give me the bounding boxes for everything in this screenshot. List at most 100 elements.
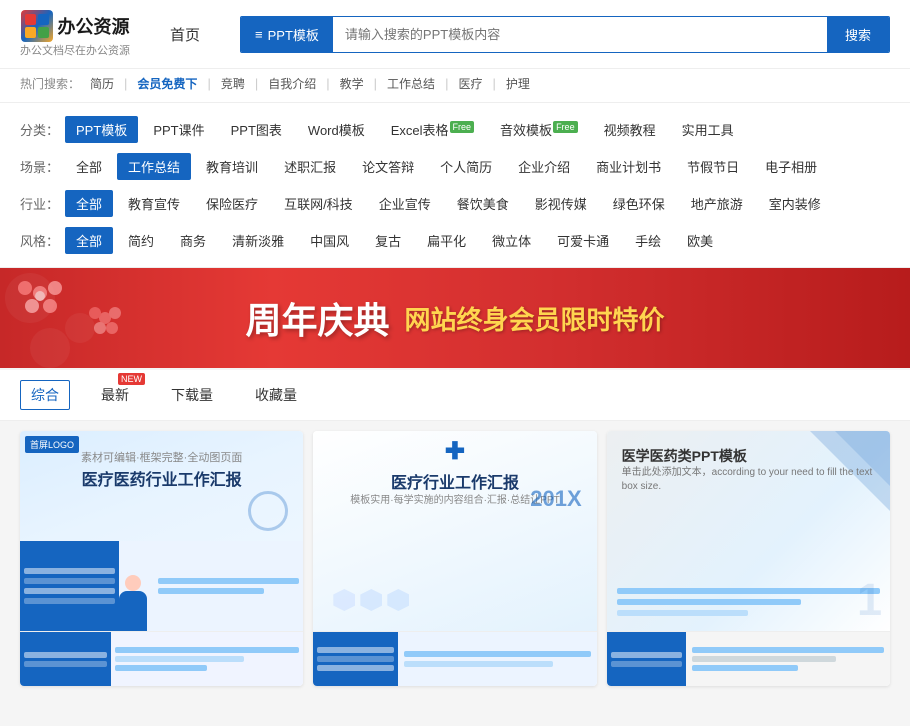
card-1-title: 医疗医药行业工作汇报 [20, 466, 303, 490]
sort-bar: 综合 最新NEW 下载量 收藏量 [0, 370, 910, 421]
search-tab-icon: ≡ [255, 27, 263, 42]
card-3-title: 医学医药类PPT模板 [622, 446, 747, 466]
scene-album[interactable]: 电子相册 [754, 153, 828, 180]
ind-green[interactable]: 绿色环保 [602, 190, 676, 217]
search-area: ≡ PPT模板 搜索 [240, 16, 890, 53]
style-fresh[interactable]: 清新淡雅 [221, 227, 295, 254]
style-western[interactable]: 欧美 [676, 227, 724, 254]
banner-content: 周年庆典 网站终身会员限时特价 [245, 292, 664, 344]
cat-audio[interactable]: 音效模板Free [489, 116, 589, 143]
industry-row: 行业： 全部 教育宣传 保险医疗 互联网/科技 企业宣传 餐饮美食 影视传媒 绿… [20, 185, 890, 222]
card-3-preview: 医学医药类PPT模板 单击此处添加文本，according to your ne… [607, 431, 890, 631]
card-2-year: 201X [530, 486, 581, 512]
sort-favorites[interactable]: 收藏量 [244, 380, 308, 410]
card-2[interactable]: ✚ 医疗行业工作汇报 模板实用·每学实施的内容组合·汇报·总结让PPT 201X [313, 431, 596, 686]
style-business[interactable]: 商务 [169, 227, 217, 254]
sort-downloads[interactable]: 下载量 [160, 380, 224, 410]
search-input[interactable] [333, 19, 827, 50]
card-3-number: 1 [857, 574, 882, 626]
scene-label: 场景： [20, 157, 59, 176]
scene-items: 全部 工作总结 教育培训 述职汇报 论文答辩 个人简历 企业介绍 商业计划书 节… [65, 153, 828, 180]
style-all[interactable]: 全部 [65, 227, 113, 254]
cat-video[interactable]: 视频教程 [593, 116, 667, 143]
hot-item-7[interactable]: 护理 [506, 75, 530, 92]
logo-box: 办公资源 [21, 10, 130, 42]
header: 办公资源 办公文档尽在办公资源 首页 ≡ PPT模板 搜索 [0, 0, 910, 69]
cat-excel[interactable]: Excel表格Free [380, 116, 485, 143]
card-2-strip [313, 631, 596, 686]
category-row: 分类： PPT模板 PPT课件 PPT图表 Word模板 Excel表格Free… [20, 111, 890, 148]
nav-home-link[interactable]: 首页 [150, 24, 220, 45]
industry-label: 行业： [20, 194, 59, 213]
cat-ppt-chart[interactable]: PPT图表 [220, 116, 293, 143]
style-row: 风格： 全部 简约 商务 清新淡雅 中国风 复古 扁平化 微立体 可爱卡通 手绘… [20, 222, 890, 259]
style-simple[interactable]: 简约 [117, 227, 165, 254]
free-badge-excel: Free [450, 121, 475, 133]
ind-internet[interactable]: 互联网/科技 [273, 190, 364, 217]
scene-holiday[interactable]: 节假节日 [676, 153, 750, 180]
style-flat[interactable]: 扁平化 [416, 227, 477, 254]
cat-ppt-course[interactable]: PPT课件 [142, 116, 215, 143]
free-badge-audio: Free [553, 121, 578, 133]
scene-row: 场景： 全部 工作总结 教育培训 述职汇报 论文答辩 个人简历 企业介绍 商业计… [20, 148, 890, 185]
scene-thesis[interactable]: 论文答辩 [351, 153, 425, 180]
hot-item-5[interactable]: 工作总结 [387, 75, 435, 92]
style-cute[interactable]: 可爱卡通 [546, 227, 620, 254]
ind-education[interactable]: 教育宣传 [117, 190, 191, 217]
ind-enterprise[interactable]: 企业宣传 [368, 190, 442, 217]
content-grid: 首屏LOGO 素材可编辑·框架完整·全动图页面 医疗医药行业工作汇报 [0, 421, 910, 696]
logo-icon [21, 10, 53, 42]
hot-item-1[interactable]: 会员免费下 [137, 75, 197, 92]
hot-item-0[interactable]: 简历 [90, 75, 114, 92]
scene-company[interactable]: 企业介绍 [507, 153, 581, 180]
scene-education[interactable]: 教育培训 [195, 153, 269, 180]
hot-item-4[interactable]: 教学 [340, 75, 364, 92]
search-button[interactable]: 搜索 [827, 17, 889, 52]
card-1-preview: 首屏LOGO 素材可编辑·框架完整·全动图页面 医疗医药行业工作汇报 [20, 431, 303, 631]
card-1-bottom-preview [20, 541, 303, 631]
sort-comprehensive[interactable]: 综合 [20, 380, 70, 410]
ind-food[interactable]: 餐饮美食 [446, 190, 520, 217]
hot-item-6[interactable]: 医疗 [458, 75, 482, 92]
style-chinese[interactable]: 中国风 [299, 227, 360, 254]
card-1[interactable]: 首屏LOGO 素材可编辑·框架完整·全动图页面 医疗医药行业工作汇报 [20, 431, 303, 686]
search-tab[interactable]: ≡ PPT模板 [241, 17, 333, 52]
ind-realestate[interactable]: 地产旅游 [680, 190, 754, 217]
cat-tools[interactable]: 实用工具 [671, 116, 745, 143]
card-3-rows [617, 588, 880, 616]
style-label: 风格： [20, 231, 59, 250]
scene-report[interactable]: 述职汇报 [273, 153, 347, 180]
card-1-strip [20, 631, 303, 686]
scene-resume[interactable]: 个人简历 [429, 153, 503, 180]
scene-business-plan[interactable]: 商业计划书 [585, 153, 672, 180]
style-retro[interactable]: 复古 [364, 227, 412, 254]
card-1-sub-tag: 素材可编辑·框架完整·全动图页面 [20, 449, 303, 465]
hot-item-3[interactable]: 自我介绍 [268, 75, 316, 92]
cat-ppt-template[interactable]: PPT模板 [65, 116, 138, 143]
hot-item-2[interactable]: 竞聘 [221, 75, 245, 92]
card-2-cross: ✚ [445, 437, 465, 466]
card-3-subtitle: 单击此处添加文本，according to your need to fill … [622, 466, 875, 494]
new-badge: NEW [118, 373, 145, 385]
banner-main-text: 周年庆典 [245, 292, 389, 344]
card-3[interactable]: 医学医药类PPT模板 单击此处添加文本，according to your ne… [607, 431, 890, 686]
scene-work-summary[interactable]: 工作总结 [117, 153, 191, 180]
category-items: PPT模板 PPT课件 PPT图表 Word模板 Excel表格Free 音效模… [65, 116, 745, 143]
style-handdrawn[interactable]: 手绘 [624, 227, 672, 254]
filter-bar: 分类： PPT模板 PPT课件 PPT图表 Word模板 Excel表格Free… [0, 103, 910, 268]
cat-word[interactable]: Word模板 [297, 116, 376, 143]
logo-area: 办公资源 办公文档尽在办公资源 [20, 10, 130, 58]
ind-media[interactable]: 影视传媒 [524, 190, 598, 217]
style-3d[interactable]: 微立体 [481, 227, 542, 254]
search-tab-label: PPT模板 [268, 25, 319, 44]
style-items: 全部 简约 商务 清新淡雅 中国风 复古 扁平化 微立体 可爱卡通 手绘 欧美 [65, 227, 724, 254]
ind-all[interactable]: 全部 [65, 190, 113, 217]
card-2-preview: ✚ 医疗行业工作汇报 模板实用·每学实施的内容组合·汇报·总结让PPT 201X [313, 431, 596, 631]
sort-newest[interactable]: 最新NEW [90, 380, 140, 410]
scene-all[interactable]: 全部 [65, 153, 113, 180]
ind-insurance[interactable]: 保险医疗 [195, 190, 269, 217]
industry-items: 全部 教育宣传 保险医疗 互联网/科技 企业宣传 餐饮美食 影视传媒 绿色环保 … [65, 190, 832, 217]
hot-search-label: 热门搜索： [20, 75, 80, 92]
ind-interior[interactable]: 室内装修 [758, 190, 832, 217]
banner[interactable]: 周年庆典 网站终身会员限时特价 [0, 268, 910, 368]
